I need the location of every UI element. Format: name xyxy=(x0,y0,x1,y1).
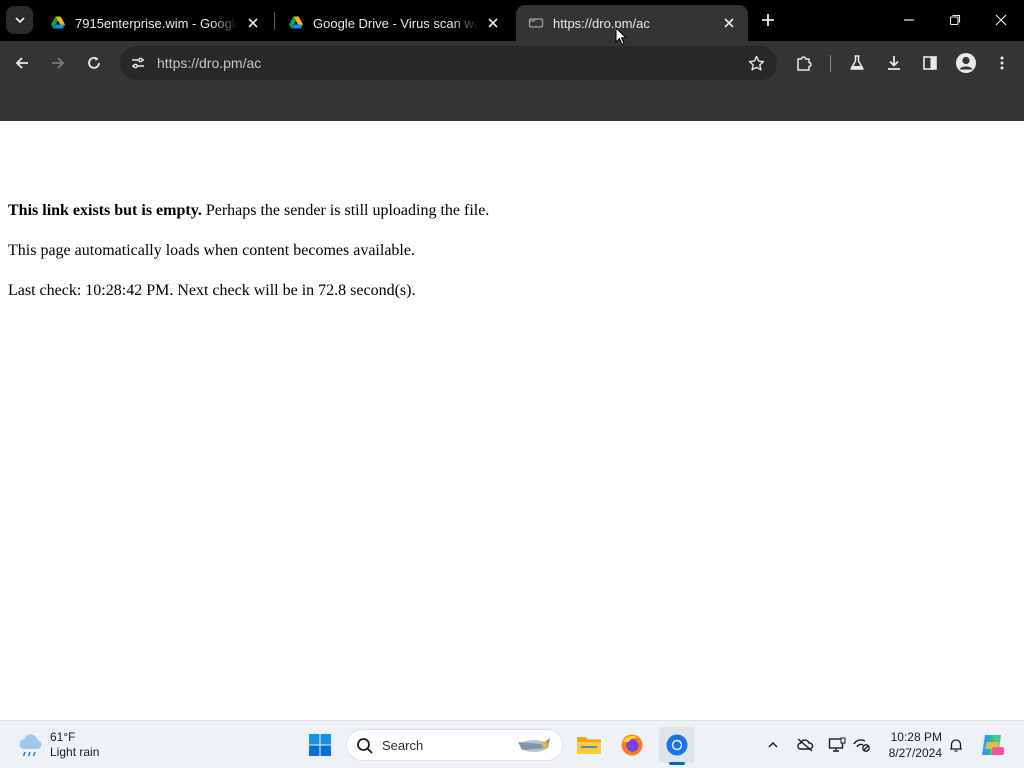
restore-icon xyxy=(949,14,961,26)
clock-date: 8/27/2024 xyxy=(888,746,942,760)
weather-widget[interactable]: 61°F Light rain xyxy=(14,726,144,764)
copilot-icon xyxy=(982,735,1004,755)
search-icon xyxy=(357,738,373,754)
network-icon xyxy=(853,739,870,752)
tab-title: Google Drive - Virus scan warning xyxy=(313,15,478,31)
chevron-up-icon xyxy=(768,741,778,748)
clock-time: 10:28 PM xyxy=(890,730,942,744)
empty-link-message: This link exists but is empty. Perhaps t… xyxy=(8,202,489,220)
forward-button[interactable] xyxy=(44,49,72,77)
arrow-left-icon xyxy=(15,57,28,69)
close-icon xyxy=(995,14,1007,26)
close-tab-icon[interactable] xyxy=(720,14,738,32)
firefox-button[interactable] xyxy=(614,727,650,763)
bookmark-star-button[interactable] xyxy=(744,51,768,75)
notifications-button[interactable] xyxy=(944,733,968,757)
mouse-cursor-icon xyxy=(615,27,627,46)
rain-cloud-icon xyxy=(19,734,42,757)
taskbar: 61°F Light rain Search 10:28 PM 8/27/202… xyxy=(0,720,1024,768)
tab-separator xyxy=(274,12,275,30)
windows-start-icon xyxy=(309,734,331,756)
dro-pm-favicon xyxy=(528,18,544,28)
page-content: This link exists but is empty. Perhaps t… xyxy=(0,121,1024,720)
downloads-button[interactable] xyxy=(880,49,908,77)
file-explorer-icon xyxy=(577,737,601,754)
tab-search-button[interactable] xyxy=(6,6,33,34)
taskbar-clock[interactable]: 10:28 PM 8/27/2024 xyxy=(878,729,942,761)
close-tab-icon[interactable] xyxy=(484,14,502,32)
toolbar-separator xyxy=(830,55,831,72)
bookmarks-bar xyxy=(0,85,1024,121)
new-tab-button[interactable] xyxy=(756,8,780,32)
google-drive-icon xyxy=(289,16,303,29)
chrome-taskbar-button[interactable] xyxy=(659,727,695,763)
star-icon xyxy=(748,55,764,70)
minimize-button[interactable] xyxy=(886,0,932,40)
taskbar-search-box[interactable]: Search xyxy=(346,729,563,761)
firefox-icon xyxy=(621,734,643,756)
active-app-indicator xyxy=(669,762,685,765)
display-tray-icon[interactable] xyxy=(825,733,849,757)
bell-icon xyxy=(950,739,962,752)
start-button[interactable] xyxy=(302,727,338,763)
display-icon xyxy=(828,737,846,752)
copilot-button[interactable] xyxy=(978,731,1006,759)
site-info-button[interactable] xyxy=(126,51,150,75)
tune-icon xyxy=(132,57,144,69)
chevron-down-icon xyxy=(14,17,25,24)
restore-button[interactable] xyxy=(932,0,978,40)
tab-virus-scan-warning[interactable]: Google Drive - Virus scan warning xyxy=(276,5,512,41)
chrome-icon xyxy=(666,734,688,756)
flask-icon xyxy=(850,55,864,70)
search-highlight-icon xyxy=(518,738,550,752)
address-url[interactable]: https://dro.pm/ac xyxy=(157,55,261,71)
reload-button[interactable] xyxy=(80,49,108,77)
tab-dro-pm-active[interactable]: https://dro.pm/ac xyxy=(516,5,748,41)
tab-strip: 7915enterprise.wim - Google Drive Google… xyxy=(0,0,1024,41)
show-hidden-icons-button[interactable] xyxy=(761,733,785,757)
chrome-menu-button[interactable] xyxy=(988,49,1016,77)
arrow-right-icon xyxy=(52,57,65,69)
side-panel-icon xyxy=(923,56,937,70)
download-icon xyxy=(888,56,900,70)
puzzle-icon xyxy=(797,56,812,71)
browser-toolbar: https://dro.pm/ac xyxy=(0,41,1024,85)
tab-title: 7915enterprise.wim - Google Drive xyxy=(75,15,238,31)
empty-link-detail: Perhaps the sender is still uploading th… xyxy=(201,202,490,219)
network-tray-icon[interactable] xyxy=(850,733,874,757)
profile-button[interactable] xyxy=(952,49,980,77)
autoload-notice: This page automatically loads when conte… xyxy=(8,242,415,259)
weather-condition: Light rain xyxy=(50,745,100,759)
extensions-button[interactable] xyxy=(790,49,818,77)
close-window-button[interactable] xyxy=(978,0,1024,40)
last-check-status: Last check: 10:28:42 PM. Next check will… xyxy=(8,282,416,299)
close-tab-icon[interactable] xyxy=(244,14,262,32)
google-drive-icon xyxy=(51,16,65,29)
reload-icon xyxy=(88,56,100,69)
minimize-icon xyxy=(904,19,914,21)
taskbar-search-placeholder: Search xyxy=(382,738,424,753)
file-explorer-button[interactable] xyxy=(571,727,607,763)
avatar-icon xyxy=(956,53,976,73)
onedrive-tray-icon[interactable] xyxy=(793,733,817,757)
back-button[interactable] xyxy=(8,49,36,77)
side-panel-button[interactable] xyxy=(916,49,944,77)
plus-icon xyxy=(762,14,774,26)
onedrive-off-icon xyxy=(797,738,814,752)
chrome-labs-button[interactable] xyxy=(843,49,871,77)
weather-temperature: 61°F xyxy=(50,730,76,744)
empty-link-heading: This link exists but is empty. xyxy=(8,202,202,219)
more-vertical-icon xyxy=(1000,56,1004,70)
tab-title: https://dro.pm/ac xyxy=(553,15,650,31)
address-bar[interactable]: https://dro.pm/ac xyxy=(120,46,777,80)
tab-google-drive-file[interactable]: 7915enterprise.wim - Google Drive xyxy=(38,5,272,41)
